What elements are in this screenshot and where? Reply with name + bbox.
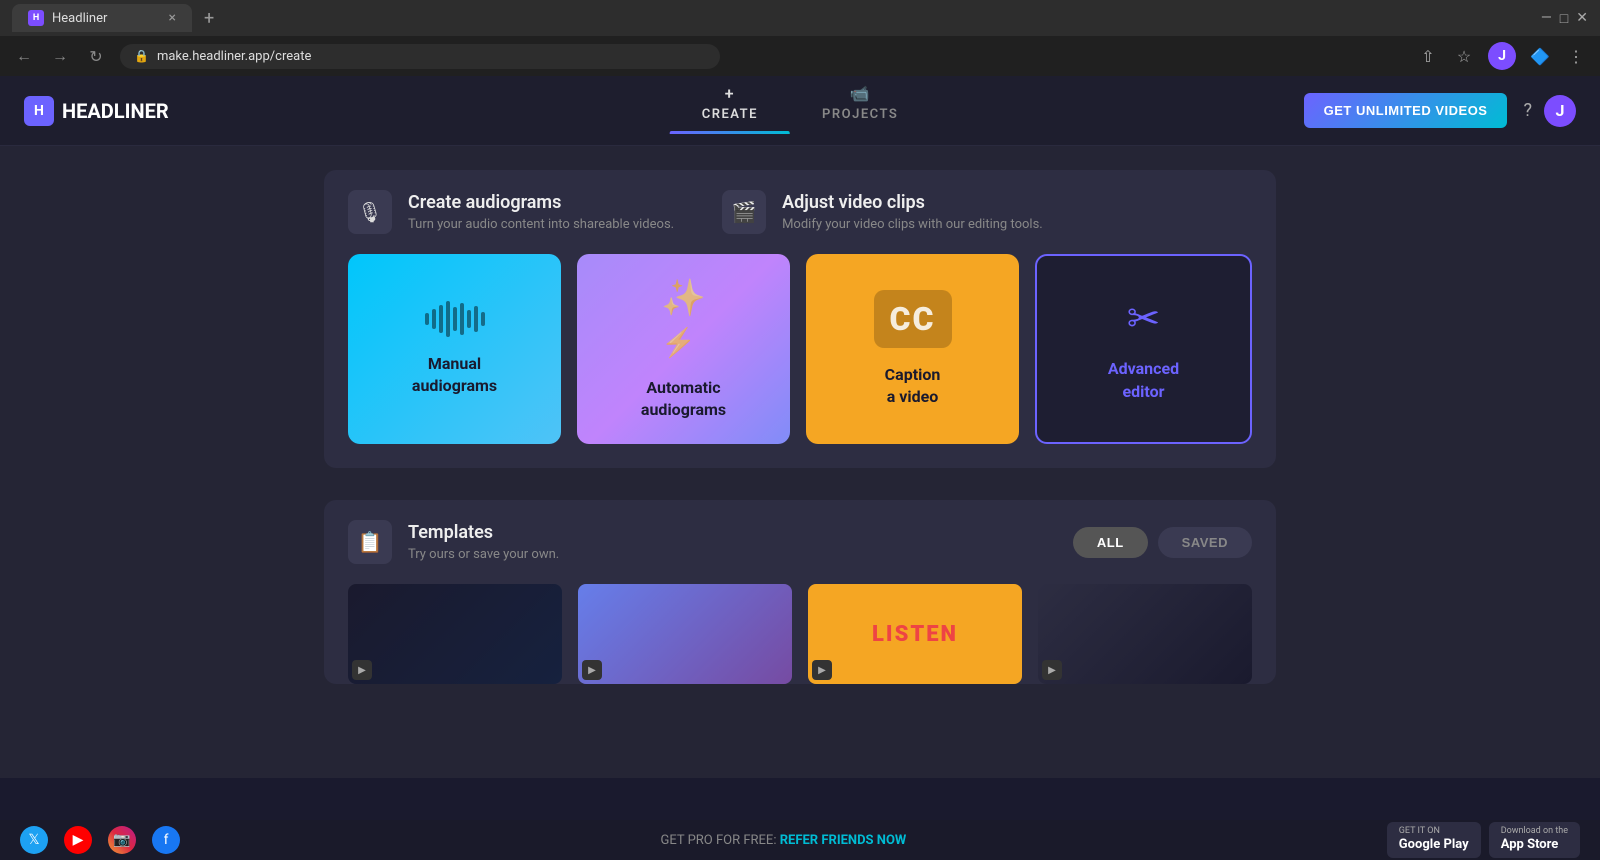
tab-create[interactable]: + CREATE: [670, 76, 790, 134]
audiograms-section: 🎙 Create audiograms Turn your audio cont…: [300, 170, 1300, 468]
video-info: Adjust video clips Modify your video cli…: [782, 192, 1043, 232]
template-overlay-1: ▶: [352, 660, 372, 680]
main-content: 🎙 Create audiograms Turn your audio cont…: [0, 146, 1600, 778]
templates-preview-row: ▶ ▶ LISTEN ▶ ▶: [324, 584, 1276, 684]
forward-button[interactable]: →: [48, 46, 72, 66]
waveform-icon: [425, 301, 485, 337]
templates-title: Templates: [408, 522, 559, 543]
app-store-button[interactable]: Download on the App Store: [1489, 822, 1580, 859]
address-bar-row: ← → ↻ 🔒 make.headliner.app/create ⇧ ☆ J …: [0, 36, 1600, 76]
logo-icon: H: [24, 96, 54, 126]
minimize-button[interactable]: —: [1541, 10, 1552, 26]
audiograms-section-header: 🎙 Create audiograms Turn your audio cont…: [324, 170, 1276, 254]
templates-filter-buttons: ALL SAVED: [1073, 527, 1252, 558]
tab-projects-label: PROJECTS: [822, 107, 898, 122]
magic-wand-icon: ✨⚡: [661, 277, 706, 361]
tab-favicon: H: [28, 10, 44, 26]
get-unlimited-button[interactable]: GET UNLIMITED VIDEOS: [1304, 93, 1508, 128]
filter-all-button[interactable]: ALL: [1073, 527, 1148, 558]
tab-create-label: CREATE: [702, 107, 758, 122]
facebook-icon[interactable]: f: [152, 826, 180, 854]
logo-text: HEADLINER: [62, 99, 169, 123]
twitter-icon[interactable]: 𝕏: [20, 826, 48, 854]
projects-icon: 📹: [849, 84, 870, 103]
audiograms-info: Create audiograms Turn your audio conten…: [408, 192, 674, 232]
profile-avatar[interactable]: J: [1544, 95, 1576, 127]
template-overlay-2: ▶: [582, 660, 602, 680]
advanced-editor-label: Advancededitor: [1108, 358, 1179, 403]
templates-icon: 📋: [348, 520, 392, 564]
address-bar[interactable]: 🔒 make.headliner.app/create: [120, 44, 720, 69]
tab-close-button[interactable]: ×: [169, 10, 176, 26]
video-title: Adjust video clips: [782, 192, 1043, 213]
filter-saved-button[interactable]: SAVED: [1158, 527, 1252, 558]
automatic-audiograms-label: Automaticaudiograms: [641, 377, 726, 422]
template-card-4[interactable]: ▶: [1038, 584, 1252, 684]
template-card-1[interactable]: ▶: [348, 584, 562, 684]
browser-profile-avatar[interactable]: J: [1488, 42, 1516, 70]
template-overlay-4: ▶: [1042, 660, 1062, 680]
create-icon: +: [725, 84, 735, 103]
automatic-audiograms-card[interactable]: ✨⚡ Automaticaudiograms: [577, 254, 790, 444]
templates-section: 📋 Templates Try ours or save your own. A…: [300, 500, 1300, 684]
google-play-button[interactable]: GET IT ON Google Play: [1387, 822, 1481, 859]
audiograms-title: Create audiograms: [408, 192, 674, 213]
promo-text: GET PRO FOR FREE:: [661, 833, 780, 848]
youtube-icon[interactable]: ▶: [64, 826, 92, 854]
app-store-buttons: GET IT ON Google Play Download on the Ap…: [1387, 822, 1580, 859]
video-subtitle: Modify your video clips with our editing…: [782, 217, 1043, 232]
templates-subtitle: Try ours or save your own.: [408, 547, 559, 562]
instagram-icon[interactable]: 📷: [108, 826, 136, 854]
tab-title: Headliner: [52, 11, 107, 26]
template-overlay-3: ▶: [812, 660, 832, 680]
promo-link[interactable]: REFER FRIENDS NOW: [780, 833, 907, 848]
new-tab-button[interactable]: +: [204, 8, 214, 29]
cc-icon: CC: [874, 290, 952, 348]
manual-audiograms-label: Manualaudiograms: [412, 353, 497, 398]
back-button[interactable]: ←: [12, 46, 36, 66]
browser-chrome: H Headliner × + — □ ✕: [0, 0, 1600, 36]
extensions-icon[interactable]: 🔷: [1528, 47, 1552, 66]
logo[interactable]: H HEADLINER: [24, 96, 169, 126]
manual-audiograms-card[interactable]: Manualaudiograms: [348, 254, 561, 444]
audiograms-icon: 🎙: [348, 190, 392, 234]
advanced-editor-card[interactable]: ✂ Advancededitor: [1035, 254, 1252, 444]
refresh-button[interactable]: ↻: [84, 47, 108, 66]
template-card-2[interactable]: ▶: [578, 584, 792, 684]
help-button[interactable]: ?: [1523, 100, 1532, 121]
template-text-3: LISTEN: [872, 622, 958, 647]
menu-icon[interactable]: ⋮: [1564, 47, 1588, 66]
video-icon: 🎬: [722, 190, 766, 234]
lock-icon: 🔒: [134, 49, 149, 63]
address-text: make.headliner.app/create: [157, 49, 311, 64]
bookmark-icon[interactable]: ☆: [1452, 47, 1476, 66]
app-header: H HEADLINER + CREATE 📹 PROJECTS GET UNLI…: [0, 76, 1600, 146]
browser-toolbar-right: ⇧ ☆ J 🔷 ⋮: [1416, 42, 1588, 70]
cast-icon[interactable]: ⇧: [1416, 47, 1440, 66]
scissors-icon: ✂: [1127, 295, 1161, 342]
audiograms-subtitle: Turn your audio content into shareable v…: [408, 217, 674, 232]
template-card-3[interactable]: LISTEN ▶: [808, 584, 1022, 684]
maximize-button[interactable]: □: [1560, 10, 1568, 27]
cards-row: Manualaudiograms ✨⚡ Automaticaudiograms …: [324, 254, 1276, 468]
caption-video-card[interactable]: CC Captiona video: [806, 254, 1019, 444]
templates-info: Templates Try ours or save your own.: [408, 522, 559, 562]
promo-bar: GET PRO FOR FREE: REFER FRIENDS NOW: [196, 833, 1371, 848]
close-window-button[interactable]: ✕: [1576, 10, 1588, 26]
nav-tabs: + CREATE 📹 PROJECTS: [670, 76, 931, 134]
browser-tab[interactable]: H Headliner ×: [12, 4, 192, 32]
bottom-bar: 𝕏 ▶ 📷 f GET PRO FOR FREE: REFER FRIENDS …: [0, 820, 1600, 860]
tab-projects[interactable]: 📹 PROJECTS: [790, 76, 930, 134]
caption-video-label: Captiona video: [885, 364, 941, 409]
templates-header: 📋 Templates Try ours or save your own. A…: [324, 500, 1276, 584]
